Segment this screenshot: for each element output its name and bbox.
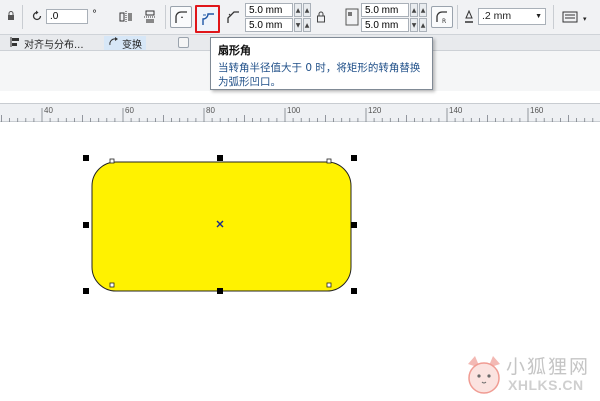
drawing-canvas[interactable]: 小狐狸网 XHLKS.CN <box>0 122 600 401</box>
lock-ratio-icon[interactable] <box>316 11 326 23</box>
svg-text:R: R <box>442 18 446 25</box>
lock-icon[interactable] <box>7 11 15 21</box>
node[interactable] <box>109 282 115 288</box>
chamfer-corner-icon[interactable] <box>222 6 244 28</box>
relative-corner-scaling-icon[interactable]: R <box>431 6 453 28</box>
mirror-vertical-icon[interactable] <box>139 6 161 28</box>
corner-radius-bottom-right-spinner2[interactable]: ▲ <box>419 18 427 32</box>
fox-logo-icon <box>468 356 500 394</box>
handle-middle-right[interactable] <box>351 222 357 228</box>
chevron-down-icon: ▼ <box>535 13 542 20</box>
handle-top-right[interactable] <box>351 155 357 161</box>
handle-top-center[interactable] <box>217 155 223 161</box>
rotate-icon <box>31 10 43 22</box>
tab-label: 对齐与分布... <box>24 39 84 51</box>
ruler-ticks: 40 60 80 100 120 140 160 <box>1 106 594 123</box>
ruler-label: 160 <box>530 106 544 115</box>
corner-radius-top-right-spinner[interactable]: ▲ <box>410 3 418 17</box>
corner-radius-bottom-left-spinner2[interactable]: ▲ <box>303 18 311 32</box>
docker-toggle-icon[interactable] <box>178 37 189 48</box>
corner-radius-bottom-right-spinner[interactable]: ▼ <box>410 18 418 32</box>
corner-radius-top-right-spinner2[interactable]: ▲ <box>419 3 427 17</box>
round-corner-icon[interactable] <box>170 6 192 28</box>
tab-label: 变换 <box>122 39 142 51</box>
pen-outline-icon <box>463 9 475 24</box>
align-distribute-icon <box>10 36 21 50</box>
watermark-en: XHLKS.CN <box>508 377 584 393</box>
corner-radius-top-left-spinner2[interactable]: ▲ <box>303 3 311 17</box>
scallop-corner-icon[interactable] <box>195 5 220 33</box>
corner-radius-top-left-spinner[interactable]: ▲ <box>294 3 302 17</box>
overflow-chevron-icon[interactable]: ▾ <box>583 15 587 23</box>
corner-radius-bottom-left-spinner[interactable]: ▼ <box>294 18 302 32</box>
corner-radius-bottom-right[interactable] <box>361 18 409 32</box>
handle-top-left[interactable] <box>83 155 89 161</box>
watermark: 小狐狸网 XHLKS.CN <box>460 352 600 400</box>
horizontal-ruler: 40 60 80 100 120 140 160 <box>0 103 600 123</box>
rotation-unit: ° <box>92 9 97 20</box>
corner-radius-top-right[interactable] <box>361 3 409 17</box>
ruler-label: 40 <box>44 106 53 115</box>
ruler-label: 80 <box>206 106 215 115</box>
rotation-angle-field[interactable] <box>46 9 88 24</box>
node[interactable] <box>326 282 332 288</box>
tab-align-distribute[interactable]: 对齐与分布... <box>10 36 84 51</box>
transform-icon <box>108 36 119 50</box>
outline-width-value: .2 mm <box>482 10 512 22</box>
rounded-rectangle-shape[interactable] <box>91 161 352 292</box>
node[interactable] <box>326 158 332 164</box>
node[interactable] <box>109 158 115 164</box>
ruler-label: 100 <box>287 106 301 115</box>
wrap-text-icon[interactable] <box>559 6 581 28</box>
outline-width-select[interactable]: .2 mm ▼ <box>478 8 546 25</box>
handle-bottom-left[interactable] <box>83 288 89 294</box>
corner-preview-icon <box>345 8 359 26</box>
watermark-cn: 小狐狸网 <box>506 356 591 378</box>
tooltip-scallop-corner: 扇形角 当转角半径值大于 0 时，将矩形的转角替换为弧形凹口。 <box>210 37 433 90</box>
ruler-label: 140 <box>449 106 463 115</box>
handle-bottom-center[interactable] <box>217 288 223 294</box>
corner-radius-bottom-left[interactable] <box>245 18 293 32</box>
corner-radius-top-left[interactable] <box>245 3 293 17</box>
ruler-label: 60 <box>125 106 134 115</box>
handle-middle-left[interactable] <box>83 222 89 228</box>
tooltip-body: 当转角半径值大于 0 时，将矩形的转角替换为弧形凹口。 <box>218 62 421 88</box>
tab-transform[interactable]: 变换 <box>104 36 146 51</box>
coreldraw-window: ° ▲ ▲ ▼ ▲ ▲ ▲ ▼ ▲ <box>0 0 600 401</box>
property-bar: ° ▲ ▲ ▼ ▲ ▲ ▲ ▼ ▲ <box>0 0 600 35</box>
mirror-horizontal-icon[interactable] <box>115 6 137 28</box>
ruler-label: 120 <box>368 106 382 115</box>
handle-bottom-right[interactable] <box>351 288 357 294</box>
tooltip-title: 扇形角 <box>218 44 251 57</box>
